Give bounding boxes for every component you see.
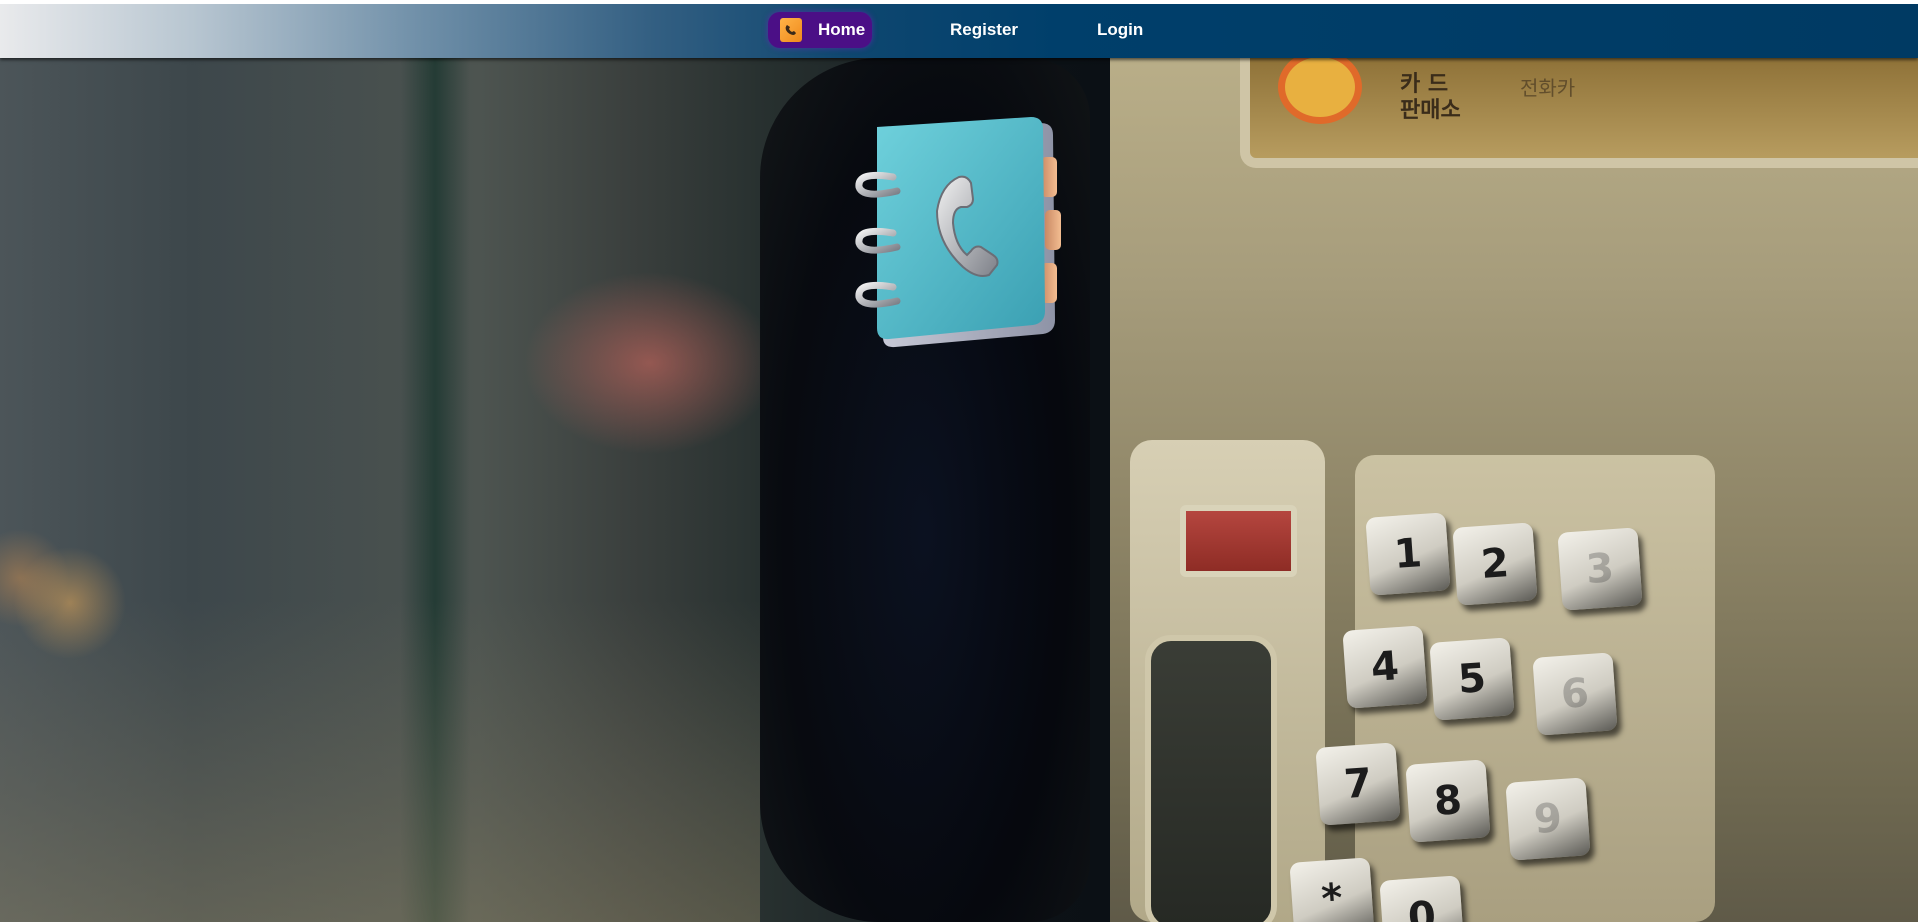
key-1: 1 bbox=[1365, 512, 1451, 596]
phone-book-icon bbox=[780, 18, 802, 42]
contact-book-icon bbox=[855, 115, 1065, 355]
key-8: 8 bbox=[1405, 759, 1491, 843]
key-star: * bbox=[1289, 857, 1375, 922]
background-floor bbox=[0, 600, 760, 922]
key-0: 0 bbox=[1379, 875, 1465, 922]
key-3: 3 bbox=[1557, 527, 1643, 611]
key-2: 2 bbox=[1452, 522, 1538, 606]
page: 카 드 판매소 전화카 1 2 3 4 5 6 7 8 9 * 0 Home R… bbox=[0, 0, 1918, 922]
sign-line-3: 전화카 bbox=[1520, 76, 1576, 100]
key-9: 9 bbox=[1505, 777, 1591, 861]
key-6: 6 bbox=[1532, 652, 1618, 736]
red-button bbox=[1180, 505, 1297, 577]
top-strip bbox=[0, 0, 1918, 4]
payphone-sign-text: 카 드 판매소 bbox=[1400, 72, 1461, 124]
sign-line-2: 판매소 bbox=[1400, 98, 1461, 123]
sign-line-1: 카 드 bbox=[1400, 72, 1449, 97]
top-navbar: Home Register Login bbox=[0, 4, 1918, 58]
no-sign-icon bbox=[1278, 50, 1362, 124]
nav-login-link[interactable]: Login bbox=[1097, 12, 1157, 48]
key-5: 5 bbox=[1429, 637, 1515, 721]
nav-register-link[interactable]: Register bbox=[950, 12, 1030, 48]
nav-home-button[interactable]: Home bbox=[768, 12, 872, 48]
nav-home-label: Home bbox=[818, 20, 866, 39]
card-slot bbox=[1145, 635, 1277, 922]
key-7: 7 bbox=[1315, 742, 1401, 826]
key-4: 4 bbox=[1342, 625, 1428, 709]
